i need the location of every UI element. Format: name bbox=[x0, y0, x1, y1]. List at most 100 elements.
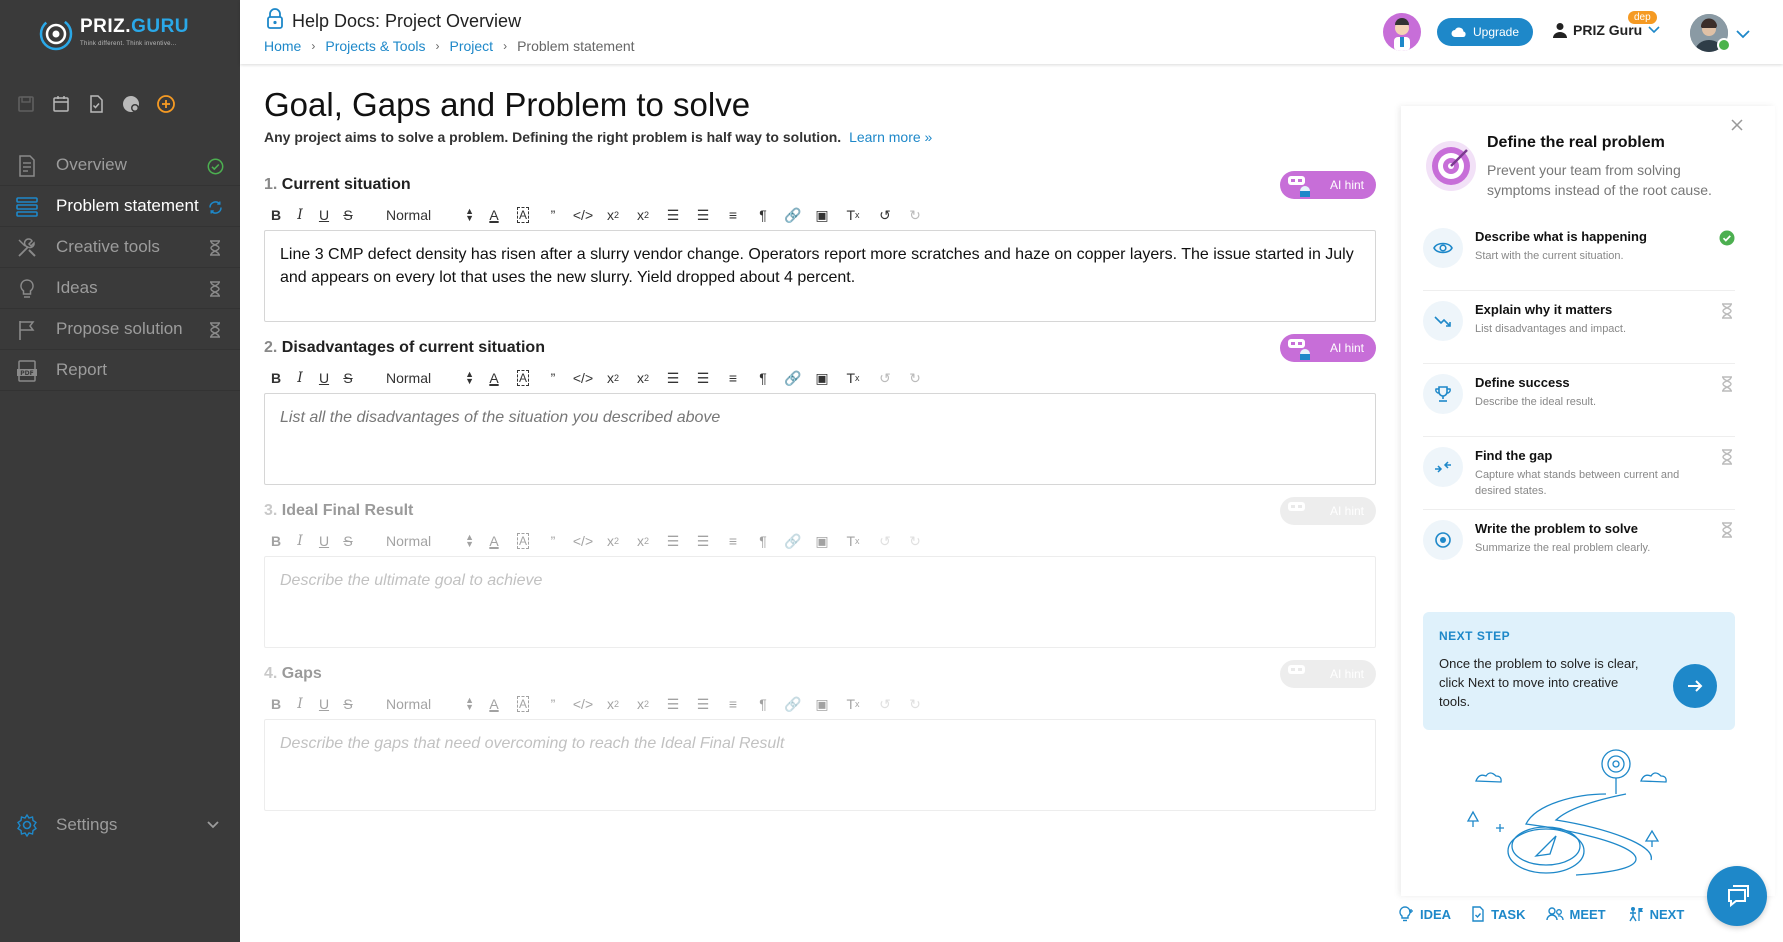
strike-button[interactable]: S bbox=[336, 204, 360, 226]
subscript-button[interactable]: x2 bbox=[598, 367, 628, 389]
italic-button[interactable]: I bbox=[288, 367, 312, 389]
ordered-list-button[interactable]: ☰ bbox=[658, 204, 688, 226]
logo[interactable]: PRIZ.GURU Think different. Think inventi… bbox=[38, 12, 213, 54]
breadcrumb-home[interactable]: Home bbox=[264, 38, 301, 54]
code-button[interactable]: </> bbox=[568, 693, 598, 715]
bold-button[interactable]: B bbox=[264, 693, 288, 715]
chat-button[interactable] bbox=[1707, 866, 1767, 926]
sidebar-item-overview[interactable]: Overview bbox=[0, 145, 240, 186]
bullet-list-button[interactable]: ☰ bbox=[688, 693, 718, 715]
undo-button[interactable]: ↺ bbox=[870, 204, 900, 226]
upgrade-button[interactable]: Upgrade bbox=[1437, 18, 1533, 46]
assistant-avatar[interactable] bbox=[1383, 13, 1421, 51]
direction-button[interactable]: ¶ bbox=[748, 530, 778, 552]
align-button[interactable]: ≡ bbox=[718, 530, 748, 552]
redo-button[interactable]: ↻ bbox=[900, 204, 930, 226]
underline-button[interactable]: U bbox=[312, 204, 336, 226]
ordered-list-button[interactable]: ☰ bbox=[658, 367, 688, 389]
image-button[interactable]: ▣ bbox=[808, 204, 836, 226]
ordered-list-button[interactable]: ☰ bbox=[658, 530, 688, 552]
sidebar-item-propose-solution[interactable]: Propose solution bbox=[0, 309, 240, 350]
code-button[interactable]: </> bbox=[568, 204, 598, 226]
step-item[interactable]: Define success Describe the ideal result… bbox=[1423, 364, 1735, 437]
code-button[interactable]: </> bbox=[568, 367, 598, 389]
code-button[interactable]: </> bbox=[568, 530, 598, 552]
link-button[interactable]: 🔗 bbox=[778, 367, 808, 389]
step-item[interactable]: Explain why it matters List disadvantage… bbox=[1423, 291, 1735, 364]
step-item[interactable]: Describe what is happening Start with th… bbox=[1423, 218, 1735, 291]
strike-button[interactable]: S bbox=[336, 367, 360, 389]
current-situation-editor[interactable]: Line 3 CMP defect density has risen afte… bbox=[264, 230, 1376, 322]
chevron-down-icon[interactable] bbox=[1736, 26, 1750, 44]
align-button[interactable]: ≡ bbox=[718, 204, 748, 226]
italic-button[interactable]: I bbox=[288, 693, 312, 715]
format-select[interactable]: Normal ▲ ▼ bbox=[380, 693, 480, 715]
background-color-button[interactable]: A bbox=[508, 530, 538, 552]
format-select[interactable]: Normal ▲ ▼ bbox=[380, 367, 480, 389]
blockquote-button[interactable]: ” bbox=[538, 367, 568, 389]
bold-button[interactable]: B bbox=[264, 530, 288, 552]
add-icon[interactable] bbox=[154, 92, 178, 116]
redo-button[interactable]: ↻ bbox=[900, 530, 930, 552]
direction-button[interactable]: ¶ bbox=[748, 693, 778, 715]
subscript-button[interactable]: x2 bbox=[598, 693, 628, 715]
breadcrumb-project[interactable]: Project bbox=[449, 38, 493, 54]
save-icon[interactable] bbox=[14, 92, 38, 116]
bold-button[interactable]: B bbox=[264, 367, 288, 389]
undo-button[interactable]: ↺ bbox=[870, 367, 900, 389]
next-action[interactable]: NEXT bbox=[1626, 906, 1684, 922]
link-button[interactable]: 🔗 bbox=[778, 693, 808, 715]
sidebar-item-ideas[interactable]: Ideas bbox=[0, 268, 240, 309]
breadcrumb-projects-tools[interactable]: Projects & Tools bbox=[325, 38, 425, 54]
align-button[interactable]: ≡ bbox=[718, 693, 748, 715]
undo-button[interactable]: ↺ bbox=[870, 530, 900, 552]
font-color-button[interactable]: A bbox=[480, 204, 508, 226]
clear-format-button[interactable]: Tx bbox=[836, 693, 870, 715]
globe-icon[interactable] bbox=[119, 92, 143, 116]
sidebar-item-report[interactable]: PDF Report bbox=[0, 350, 240, 391]
superscript-button[interactable]: x2 bbox=[628, 693, 658, 715]
image-button[interactable]: ▣ bbox=[808, 693, 836, 715]
close-icon[interactable] bbox=[1730, 118, 1744, 137]
format-select[interactable]: Normal ▲ ▼ bbox=[380, 204, 480, 226]
bullet-list-button[interactable]: ☰ bbox=[688, 204, 718, 226]
clear-format-button[interactable]: Tx bbox=[836, 367, 870, 389]
font-color-button[interactable]: A bbox=[480, 693, 508, 715]
blockquote-button[interactable]: ” bbox=[538, 530, 568, 552]
background-color-button[interactable]: A bbox=[508, 204, 538, 226]
calendar-icon[interactable] bbox=[49, 92, 73, 116]
sidebar-item-creative-tools[interactable]: Creative tools bbox=[0, 227, 240, 268]
ai-hint-button[interactable]: AI hint bbox=[1280, 171, 1376, 199]
italic-button[interactable]: I bbox=[288, 204, 312, 226]
task-icon[interactable] bbox=[84, 92, 108, 116]
strike-button[interactable]: S bbox=[336, 693, 360, 715]
underline-button[interactable]: U bbox=[312, 693, 336, 715]
superscript-button[interactable]: x2 bbox=[628, 367, 658, 389]
subscript-button[interactable]: x2 bbox=[598, 204, 628, 226]
ai-hint-button[interactable]: AI hint bbox=[1280, 334, 1376, 362]
clear-format-button[interactable]: Tx bbox=[836, 204, 870, 226]
next-arrow-button[interactable] bbox=[1673, 664, 1717, 708]
align-button[interactable]: ≡ bbox=[718, 367, 748, 389]
font-color-button[interactable]: A bbox=[480, 367, 508, 389]
learn-more-link[interactable]: Learn more » bbox=[849, 129, 932, 145]
step-item[interactable]: Find the gap Capture what stands between… bbox=[1423, 437, 1735, 510]
blockquote-button[interactable]: ” bbox=[538, 693, 568, 715]
background-color-button[interactable]: A bbox=[508, 367, 538, 389]
bullet-list-button[interactable]: ☰ bbox=[688, 530, 718, 552]
font-color-button[interactable]: A bbox=[480, 530, 508, 552]
image-button[interactable]: ▣ bbox=[808, 530, 836, 552]
link-button[interactable]: 🔗 bbox=[778, 530, 808, 552]
redo-button[interactable]: ↻ bbox=[900, 367, 930, 389]
direction-button[interactable]: ¶ bbox=[748, 367, 778, 389]
background-color-button[interactable]: A bbox=[508, 693, 538, 715]
disadvantages-editor[interactable]: List all the disadvantages of the situat… bbox=[264, 393, 1376, 485]
undo-button[interactable]: ↺ bbox=[870, 693, 900, 715]
task-action[interactable]: TASK bbox=[1471, 906, 1526, 922]
image-button[interactable]: ▣ bbox=[808, 367, 836, 389]
meet-action[interactable]: MEET bbox=[1545, 906, 1606, 922]
ordered-list-button[interactable]: ☰ bbox=[658, 693, 688, 715]
idea-action[interactable]: IDEA bbox=[1398, 906, 1451, 922]
clear-format-button[interactable]: Tx bbox=[836, 530, 870, 552]
bold-button[interactable]: B bbox=[264, 204, 288, 226]
